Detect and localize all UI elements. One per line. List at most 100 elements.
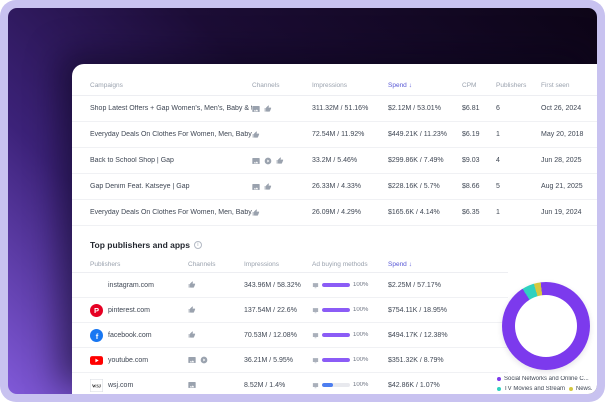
publisher-spend: $42.86K / 1.07% <box>388 381 440 389</box>
campaign-spend: $2.12M / 53.01% <box>388 105 441 112</box>
campaign-first-seen: Oct 26, 2024 <box>541 105 582 112</box>
publisher-domain[interactable]: instagram.com <box>108 282 154 289</box>
publisher-channels <box>188 281 244 289</box>
dashboard-card: Campaigns Channels Impressions Spend ↓ C… <box>72 64 597 394</box>
campaign-publishers: 1 <box>496 209 500 216</box>
campaign-channels <box>252 209 312 217</box>
column-header-cpm: CPM <box>462 82 477 89</box>
social-channel-icon <box>264 105 272 113</box>
publisher-impressions: 36.21M / 5.95% <box>244 356 294 364</box>
publisher-row[interactable]: youtube.com 36.21M / 5.95% 100% $351.32K… <box>72 348 508 373</box>
buying-method-bar-fill <box>322 383 333 387</box>
section-title-row: Top publishers and apps i <box>72 240 597 250</box>
campaign-spend: $299.86K / 7.49% <box>388 157 444 164</box>
youtube-icon <box>90 354 103 367</box>
video-channel-icon <box>200 356 208 364</box>
spend-header-label: Spend <box>388 261 407 268</box>
ad-buying-cell: 100% <box>312 357 388 364</box>
campaign-spend: $449.21K / 11.23% <box>388 131 448 138</box>
campaign-cpm: $6.19 <box>462 131 480 138</box>
column-header-publishers: Publishers <box>90 261 121 268</box>
column-header-channels: Channels <box>188 261 216 268</box>
legend-label: Social Networks and Online C... <box>504 376 589 382</box>
publisher-row[interactable]: wsj.com 8.52M / 1.4% 100% $42.86K / 1.07… <box>72 373 508 394</box>
publisher-channels <box>188 381 244 389</box>
campaign-cpm: $9.03 <box>462 157 480 164</box>
publisher-spend: $494.17K / 12.38% <box>388 331 448 339</box>
campaign-channels <box>252 105 312 113</box>
publisher-row[interactable]: pinterest.com 137.54M / 22.6% 100% $754.… <box>72 298 508 323</box>
buying-method-icon <box>312 332 319 339</box>
column-header-first-seen: First seen <box>541 82 570 89</box>
buying-method-pct: 100% <box>353 382 369 388</box>
publisher-channels <box>188 356 244 364</box>
buying-method-bar <box>322 308 350 312</box>
publisher-domain[interactable]: youtube.com <box>108 357 148 364</box>
campaign-row[interactable]: Shop Latest Offers + Gap Women's, Men's,… <box>72 96 597 122</box>
legend-line: Social Networks and Online C... <box>497 376 593 382</box>
buying-method-icon <box>312 282 319 289</box>
display-channel-icon <box>188 356 196 364</box>
campaign-row[interactable]: Everyday Deals On Clothes For Women, Men… <box>72 200 597 226</box>
column-header-spend-sort[interactable]: Spend ↓ <box>388 82 462 89</box>
column-header-spend-sort[interactable]: Spend ↓ <box>388 261 508 268</box>
display-channel-icon <box>252 183 260 191</box>
instagram-icon <box>90 279 103 292</box>
publisher-domain[interactable]: facebook.com <box>108 332 152 339</box>
publisher-cell: youtube.com <box>90 354 188 367</box>
publisher-cell: facebook.com <box>90 329 188 342</box>
buying-method-pct: 100% <box>353 332 369 338</box>
column-header-impressions: Impressions <box>312 82 348 89</box>
campaign-channels <box>252 131 312 139</box>
ad-buying-cell: 100% <box>312 282 388 289</box>
ad-buying-cell: 100% <box>312 332 388 339</box>
column-header-ad-buying: Ad buying methods <box>312 261 368 268</box>
legend-item: News... <box>568 386 593 392</box>
legend-dot <box>568 387 573 391</box>
publisher-channels <box>188 331 244 339</box>
campaign-publishers: 4 <box>496 157 500 164</box>
campaign-row[interactable]: Gap Denim Feat. Katseye | Gap 26.33M / 4… <box>72 174 597 200</box>
publisher-cell: pinterest.com <box>90 304 188 317</box>
publisher-impressions: 137.54M / 22.6% <box>244 306 297 314</box>
buying-method-icon <box>312 382 319 389</box>
top-publishers-section: Top publishers and apps i Publishers Cha… <box>72 240 597 394</box>
campaign-publishers: 5 <box>496 183 500 190</box>
facebook-icon <box>90 329 103 342</box>
publisher-row[interactable]: facebook.com 70.53M / 12.08% 100% $494.1… <box>72 323 508 348</box>
display-channel-icon <box>252 157 260 165</box>
buying-method-bar <box>322 383 350 387</box>
campaign-row[interactable]: Back to School Shop | Gap 33.2M / 5.46% … <box>72 148 597 174</box>
campaigns-table: Campaigns Channels Impressions Spend ↓ C… <box>72 76 597 226</box>
publisher-spend: $754.11K / 18.95% <box>388 306 448 314</box>
campaign-row[interactable]: Everyday Deals On Clothes For Women, Men… <box>72 122 597 148</box>
buying-method-icon <box>312 307 319 314</box>
campaign-name: Back to School Shop | Gap <box>90 157 174 164</box>
social-channel-icon <box>252 131 260 139</box>
social-channel-icon <box>264 183 272 191</box>
campaign-channels <box>252 157 312 165</box>
publisher-domain[interactable]: pinterest.com <box>108 307 150 314</box>
campaign-spend: $228.16K / 5.7% <box>388 183 440 190</box>
display-channel-icon <box>188 381 196 389</box>
buying-method-bar <box>322 283 350 287</box>
display-channel-icon <box>252 105 260 113</box>
campaign-cpm: $6.81 <box>462 105 480 112</box>
legend-line: TV Movies and Streaming News... <box>497 386 593 392</box>
ad-buying-cell: 100% <box>312 382 388 389</box>
campaign-name: Everyday Deals On Clothes For Women, Men… <box>90 131 252 138</box>
campaigns-table-header: Campaigns Channels Impressions Spend ↓ C… <box>72 76 597 96</box>
publisher-spend: $2.25M / 57.17% <box>388 281 441 289</box>
buying-method-bar <box>322 358 350 362</box>
publisher-domain[interactable]: wsj.com <box>108 382 133 389</box>
info-icon[interactable]: i <box>193 241 202 249</box>
campaign-impressions: 311.32M / 51.16% <box>312 105 369 112</box>
publisher-row[interactable]: instagram.com 343.96M / 58.32% 100% $2.2… <box>72 273 508 298</box>
column-header-channels: Channels <box>252 82 280 89</box>
sort-desc-icon: ↓ <box>408 261 413 268</box>
campaign-first-seen: Aug 21, 2025 <box>541 183 583 190</box>
legend-label: TV Movies and Streaming <box>504 386 565 392</box>
section-title: Top publishers and apps <box>90 240 190 250</box>
app-background: Campaigns Channels Impressions Spend ↓ C… <box>8 8 597 394</box>
publisher-impressions: 70.53M / 12.08% <box>244 331 297 339</box>
